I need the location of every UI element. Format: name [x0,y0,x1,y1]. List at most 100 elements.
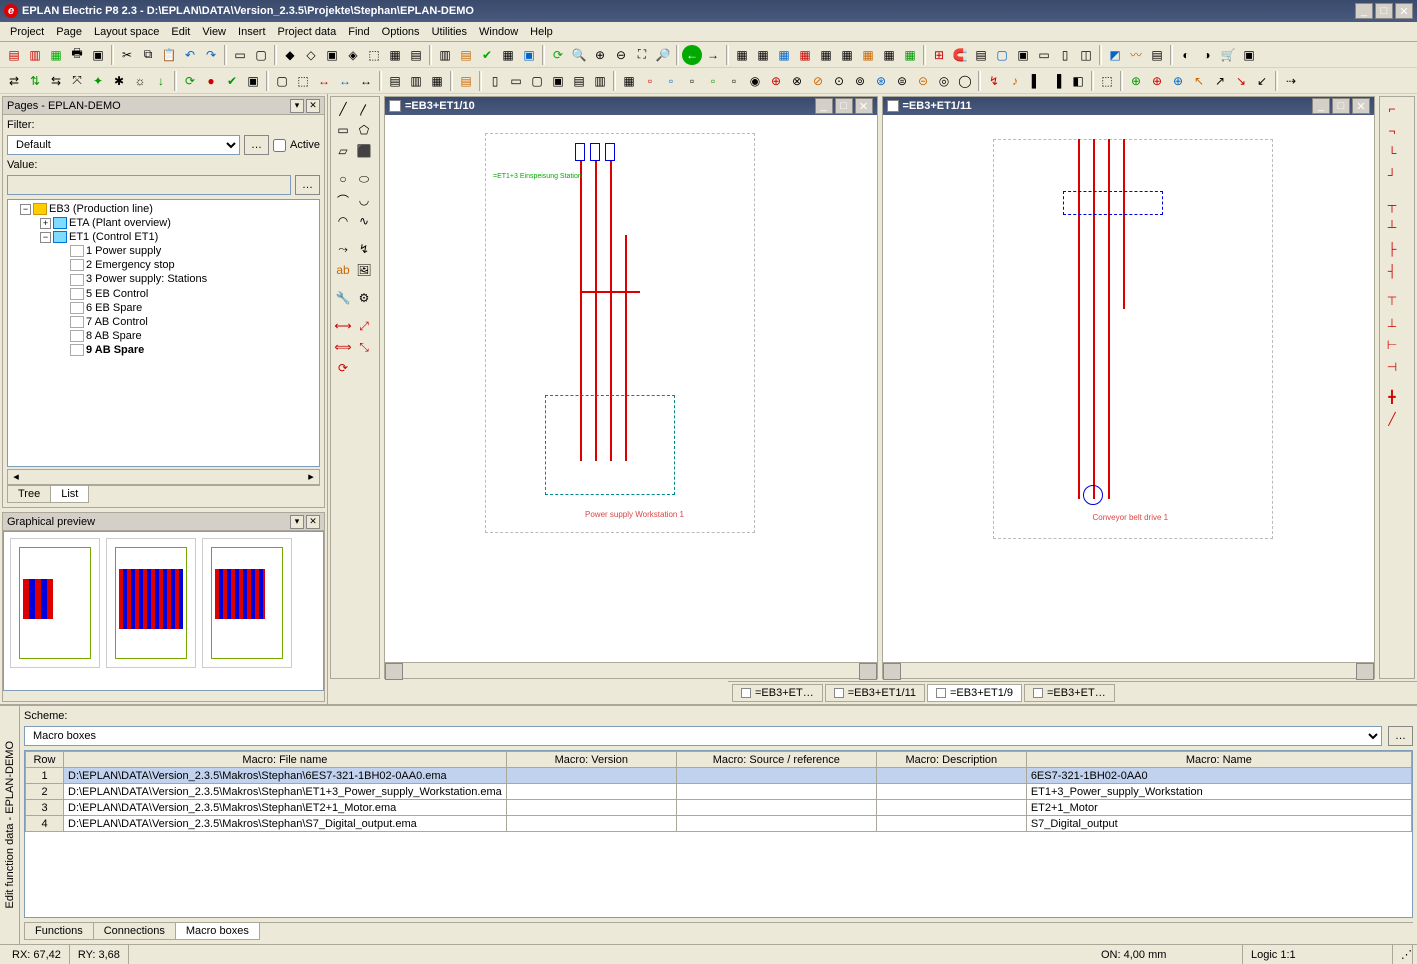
cut-icon[interactable]: ✂ [117,45,137,65]
value-browse-button[interactable]: … [295,175,320,195]
tool-icon[interactable] [354,358,374,378]
tool-icon[interactable]: ⊞ [929,45,949,65]
menu-project-data[interactable]: Project data [272,24,343,40]
scheme-select[interactable]: Macro boxes [24,726,1382,746]
dim-icon[interactable]: ⟳ [333,358,353,378]
vtab-bar[interactable]: Edit function data - EPLAN-DEMO [0,706,20,944]
conn-icon[interactable]: ╋ [1382,387,1402,407]
tool-icon[interactable]: ⬚ [364,45,384,65]
bottom-tab-macro-boxes[interactable]: Macro boxes [175,923,260,940]
wrench-icon[interactable]: 🔧 [333,288,353,308]
tool-icon[interactable]: ↯ [984,71,1004,91]
menu-layout-space[interactable]: Layout space [88,24,165,40]
zoom-icon[interactable]: 🔍 [569,45,589,65]
tool-icon[interactable]: ▢ [527,71,547,91]
redo-icon[interactable]: ↷ [201,45,221,65]
panel-menu-button[interactable]: ▾ [290,99,304,113]
tool-icon[interactable]: 🔎 [653,45,673,65]
polyline-icon[interactable]: 〳 [354,99,374,119]
tool-icon[interactable]: ▤ [569,71,589,91]
grid-icon[interactable]: ▦ [900,45,920,65]
tool-icon[interactable]: ⊛ [871,71,891,91]
doc-min-button[interactable]: _ [815,98,833,114]
menu-view[interactable]: View [196,24,232,40]
grid-icon[interactable]: ▦ [879,45,899,65]
tool-icon[interactable]: ⊕ [766,71,786,91]
dim-icon[interactable]: ⤢ [354,316,374,336]
conn-icon[interactable]: ⊣ [1382,357,1402,377]
conn-icon[interactable]: ⊤ [1382,291,1402,311]
tool-icon[interactable]: ▭ [506,71,526,91]
check-icon[interactable]: ✔ [222,71,242,91]
conn-icon[interactable]: └ [1382,143,1402,163]
tool-icon[interactable]: ▯ [485,71,505,91]
arc-icon[interactable]: ◠ [333,211,353,231]
tool-icon[interactable]: ↖ [1189,71,1209,91]
dim-icon[interactable]: ⟷ [333,316,353,336]
tool-icon[interactable]: ▫ [661,71,681,91]
col-desc[interactable]: Macro: Description [876,752,1026,768]
tool-icon[interactable]: ▐ [1047,71,1067,91]
preview-thumb[interactable] [106,538,196,668]
doc-hscroll[interactable] [385,662,877,678]
tool-icon[interactable]: ↔ [335,71,355,91]
dim-icon[interactable]: ⤡ [354,337,374,357]
image-icon[interactable]: 🖼 [354,260,374,280]
preview-thumb[interactable] [10,538,100,668]
table-row[interactable]: 4D:\EPLAN\DATA\Version_2.3.5\Makros\Step… [26,816,1412,832]
tool-icon[interactable]: ▫ [640,71,660,91]
tool-icon[interactable]: ⟳ [180,71,200,91]
tool-icon[interactable]: ▣ [519,45,539,65]
arc-icon[interactable]: ⌒ [333,190,353,210]
tool-icon[interactable]: ▢ [272,71,292,91]
puzzle-icon[interactable]: ✦ [88,71,108,91]
menu-project[interactable]: Project [4,24,50,40]
conn-icon[interactable]: ┬ [1382,195,1402,215]
tree-page-node[interactable]: 7 AB Control [10,315,317,329]
tool-icon[interactable]: ▌ [1026,71,1046,91]
minimize-button[interactable]: _ [1355,3,1373,19]
doc-tab[interactable]: =EB3+ET… [1024,684,1115,702]
tool-icon[interactable]: ⊚ [850,71,870,91]
pages-tab-tree[interactable]: Tree [7,486,51,503]
doc-tab[interactable]: =EB3+ET… [732,684,823,702]
tool-icon[interactable]: ↗ [1210,71,1230,91]
tree-page-node[interactable]: 2 Emergency stop [10,258,317,272]
tree-page-node[interactable]: 3 Power supply: Stations [10,272,317,286]
pages-tab-list[interactable]: List [50,486,89,503]
grid-icon[interactable]: ▦ [732,45,752,65]
copy-icon[interactable]: ⧉ [138,45,158,65]
tool-icon[interactable]: ◯ [955,71,975,91]
tool-icon[interactable]: ▥ [25,45,45,65]
tree-page-node[interactable]: 9 AB Spare [10,343,317,357]
tool-icon[interactable]: ▤ [971,45,991,65]
tree-expand-icon[interactable]: − [20,204,31,215]
arc-icon[interactable]: ◡ [354,190,374,210]
close-button[interactable]: ✕ [1395,3,1413,19]
tree-expand-icon[interactable]: − [40,232,51,243]
menu-find[interactable]: Find [342,24,375,40]
tool-icon[interactable]: ▱ [333,141,353,161]
tool-icon[interactable]: ▦ [385,45,405,65]
tool-icon[interactable]: ● [201,71,221,91]
filter-select[interactable]: Default [7,135,240,155]
grid-icon[interactable]: ▦ [858,45,878,65]
table-row[interactable]: 1D:\EPLAN\DATA\Version_2.3.5\Makros\Step… [26,768,1412,784]
tool-icon[interactable]: ⇢ [1281,71,1301,91]
preview-thumb[interactable] [202,538,292,668]
menu-edit[interactable]: Edit [165,24,196,40]
menu-insert[interactable]: Insert [232,24,272,40]
tool-icon[interactable]: ⇄ [4,71,24,91]
tool-icon[interactable]: ▥ [406,71,426,91]
col-file[interactable]: Macro: File name [64,752,507,768]
text-icon[interactable]: ab [333,260,353,280]
tool-icon[interactable]: ▤ [1147,45,1167,65]
doc-close-button[interactable]: ✕ [855,98,873,114]
doc-close-button[interactable]: ✕ [1352,98,1370,114]
tool-icon[interactable]: ↓ [151,71,171,91]
polygon-icon[interactable]: ⬠ [354,120,374,140]
tool-icon[interactable]: ▢ [251,45,271,65]
tool-icon[interactable]: ▦ [619,71,639,91]
tool-icon[interactable]: ◐ [1176,45,1196,65]
value-input[interactable] [7,175,291,195]
